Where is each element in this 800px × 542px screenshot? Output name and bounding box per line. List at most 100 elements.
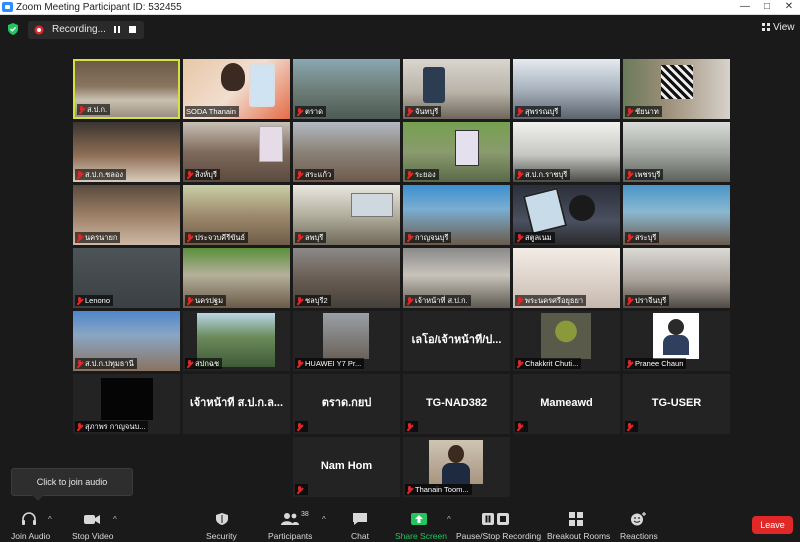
participant-tile[interactable]: ชัยนาท bbox=[623, 59, 730, 119]
window-title-bar: Zoom Meeting Participant ID: 532455 — □ … bbox=[0, 0, 800, 15]
participant-tile[interactable]: สุพรรณบุรี bbox=[513, 59, 620, 119]
participant-name: สตูลเนม bbox=[515, 232, 555, 243]
participant-name: กาญจนบุรี bbox=[405, 232, 452, 243]
grid-icon bbox=[762, 23, 770, 31]
participant-tile[interactable]: ส.ป.ก.ชลอง bbox=[73, 122, 180, 182]
participant-name: ปราจีนบุรี bbox=[625, 295, 670, 306]
chevron-up-icon[interactable]: ^ bbox=[48, 515, 52, 524]
participant-name: Lenono bbox=[75, 295, 114, 306]
recording-indicator: Recording... bbox=[28, 21, 144, 39]
participant-name: พระนครศรีอยุธยา bbox=[515, 295, 587, 306]
participant-name: ชัยนาท bbox=[625, 106, 662, 117]
participant-tile[interactable]: จันทบุรี bbox=[403, 59, 510, 119]
participant-tile[interactable]: สิงห์บุรี bbox=[183, 122, 290, 182]
participant-tile[interactable]: HUAWEI Y7 Pr... bbox=[293, 311, 400, 371]
profile-picture bbox=[101, 378, 153, 420]
participant-tile[interactable]: นครนายก bbox=[73, 185, 180, 245]
participant-name: นครปฐม bbox=[185, 295, 227, 306]
participant-name: Pranee Chaun bbox=[625, 358, 687, 369]
participant-name: นครนายก bbox=[75, 232, 121, 243]
participant-tile[interactable]: Lenono bbox=[73, 248, 180, 308]
minimize-icon[interactable]: — bbox=[734, 0, 756, 15]
participant-name: สุภาพร กาญจนบ... bbox=[75, 421, 149, 432]
stop-video-button[interactable]: Stop Video bbox=[70, 505, 116, 542]
chevron-up-icon[interactable]: ^ bbox=[322, 515, 326, 524]
view-label: View bbox=[773, 22, 795, 33]
participant-tile[interactable]: ส.ป.ก.ปทุมธานี bbox=[73, 311, 180, 371]
participant-name: สุพรรณบุรี bbox=[515, 106, 562, 117]
participant-name: สระบุรี bbox=[625, 232, 660, 243]
participant-tile[interactable]: TG-USER bbox=[623, 374, 730, 434]
participant-tile[interactable]: Mameawd bbox=[513, 374, 620, 434]
participant-tile[interactable]: เพชรบุรี bbox=[623, 122, 730, 182]
participant-name-large: Mameawd bbox=[540, 397, 593, 409]
participant-tile[interactable]: ตราด.กยป bbox=[293, 374, 400, 434]
participant-tile[interactable]: เลโอ/เจ้าหน้าที่/ป... bbox=[403, 311, 510, 371]
pause-stop-recording-button[interactable]: Pause/Stop Recording bbox=[456, 505, 541, 542]
participant-name: ระยอง bbox=[405, 169, 439, 180]
participant-name-large: เจ้าหน้าที่ ส.ป.ก.ล... bbox=[189, 397, 284, 409]
participants-count: 38 bbox=[301, 511, 309, 518]
participant-tile[interactable]: เจ้าหน้าที่ ส.ป.ก. bbox=[403, 248, 510, 308]
video-feed bbox=[323, 313, 369, 359]
participant-name bbox=[295, 421, 308, 432]
participants-icon bbox=[281, 513, 299, 525]
participant-tile[interactable]: ประจวบคีรีขันธ์ bbox=[183, 185, 290, 245]
headphones-icon bbox=[22, 512, 36, 525]
join-audio-tooltip[interactable]: Click to join audio bbox=[11, 468, 133, 501]
participant-tile[interactable]: เจ้าหน้าที่ ส.ป.ก.ล... bbox=[183, 374, 290, 434]
leave-button[interactable]: Leave bbox=[752, 516, 793, 534]
meeting-top-bar: Recording... View bbox=[0, 16, 800, 42]
chat-button[interactable]: Chat bbox=[346, 505, 376, 542]
participant-name-large: เลโอ/เจ้าหน้าที่/ป... bbox=[411, 334, 502, 346]
participant-tile[interactable]: Thanain Toom... bbox=[403, 437, 510, 497]
chevron-up-icon[interactable]: ^ bbox=[447, 515, 451, 524]
participant-tile[interactable]: Chakkrit Chuti... bbox=[513, 311, 620, 371]
participant-tile[interactable]: กาญจนบุรี bbox=[403, 185, 510, 245]
participant-tile[interactable]: สตูลเนม bbox=[513, 185, 620, 245]
participant-tile[interactable]: Nam Hom bbox=[293, 437, 400, 497]
participant-tile[interactable]: ปราจีนบุรี bbox=[623, 248, 730, 308]
window-title: Zoom Meeting Participant ID: 532455 bbox=[16, 2, 182, 13]
participant-name: เพชรบุรี bbox=[625, 169, 664, 180]
breakout-rooms-button[interactable]: Breakout Rooms bbox=[545, 505, 610, 542]
participant-tile[interactable]: สุภาพร กาญจนบ... bbox=[73, 374, 180, 434]
participant-tile[interactable]: ส.ป.ก. bbox=[73, 59, 180, 119]
qr-code bbox=[661, 65, 693, 99]
participant-tile[interactable]: ส.ป.ก.ราชบุรี bbox=[513, 122, 620, 182]
participant-tile[interactable]: ลพบุรี bbox=[293, 185, 400, 245]
encryption-shield-icon[interactable] bbox=[6, 22, 20, 36]
participant-name: สระแก้ว bbox=[295, 169, 335, 180]
video-camera-icon bbox=[84, 515, 100, 524]
meeting-toolbar: Join Audio ^ Stop Video ^ Security 38 Pa… bbox=[0, 505, 800, 542]
participant-tile[interactable]: สระแก้ว bbox=[293, 122, 400, 182]
participant-name: ส.ป.ก.ปทุมธานี bbox=[75, 358, 137, 369]
participant-tile[interactable]: นครปฐม bbox=[183, 248, 290, 308]
chevron-up-icon[interactable]: ^ bbox=[113, 515, 117, 524]
close-icon[interactable]: ✕ bbox=[778, 0, 800, 15]
participant-tile[interactable]: ชลบุรี2 bbox=[293, 248, 400, 308]
participant-name: ชลบุรี2 bbox=[295, 295, 331, 306]
participants-button[interactable]: 38 Participants bbox=[266, 505, 316, 542]
security-button[interactable]: Security bbox=[202, 505, 242, 542]
participant-name: จันทบุรี bbox=[405, 106, 442, 117]
maximize-icon[interactable]: □ bbox=[756, 0, 778, 15]
participant-tile[interactable]: ตราด bbox=[293, 59, 400, 119]
participant-tile[interactable]: Pranee Chaun bbox=[623, 311, 730, 371]
stop-recording-icon[interactable] bbox=[129, 26, 136, 33]
participant-name-large: TG-USER bbox=[651, 397, 702, 409]
pause-recording-icon[interactable] bbox=[112, 25, 122, 35]
profile-picture bbox=[541, 313, 591, 359]
participant-tile[interactable]: TG-NAD382 bbox=[403, 374, 510, 434]
participant-tile[interactable]: SODA Thanain bbox=[183, 59, 290, 119]
join-audio-tooltip-text: Click to join audio bbox=[36, 477, 108, 487]
participant-tile[interactable]: ระยอง bbox=[403, 122, 510, 182]
view-button[interactable]: View bbox=[762, 22, 795, 34]
participant-tile[interactable]: พระนครศรีอยุธยา bbox=[513, 248, 620, 308]
share-screen-button[interactable]: Share Screen bbox=[393, 505, 447, 542]
join-audio-button[interactable]: Join Audio bbox=[6, 505, 52, 542]
participant-tile[interactable]: สปกฉช bbox=[183, 311, 290, 371]
reactions-button[interactable]: Reactions bbox=[618, 505, 658, 542]
participant-tile[interactable]: สระบุรี bbox=[623, 185, 730, 245]
participant-name: สปกฉช bbox=[185, 358, 223, 369]
